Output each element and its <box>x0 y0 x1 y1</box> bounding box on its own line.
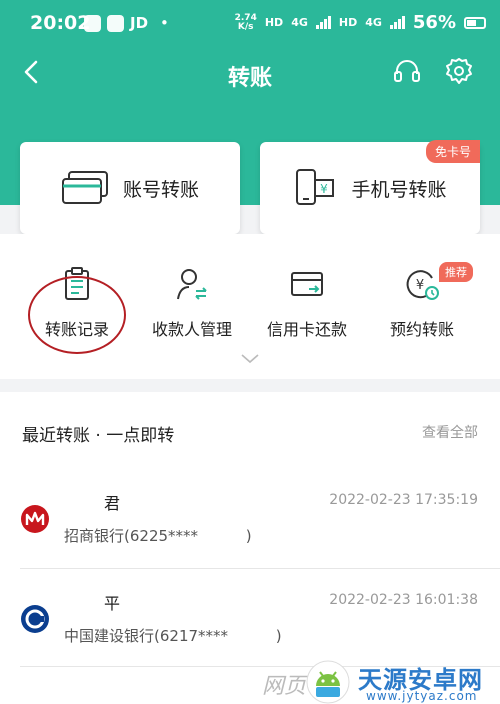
status-indicators: 2.74 K/s HD 4G HD 4G 56% <box>235 12 486 33</box>
view-all-link[interactable]: 查看全部 <box>422 422 478 442</box>
recent-transfer-item[interactable]: 平 2022-02-23 16:01:38 中国建设银行(6217**** ) <box>0 580 500 668</box>
page-title: 转账 <box>227 66 272 91</box>
network-type: 4G <box>291 16 308 29</box>
transfer-time: 2022-02-23 16:01:38 <box>329 592 478 608</box>
payee-name: 君 <box>104 494 121 513</box>
yuan-clock-icon: ¥ <box>406 270 439 300</box>
signal-icon <box>315 16 331 29</box>
credit-card-repay-button[interactable]: 信用卡还款 <box>247 266 367 346</box>
payee-account: 招商银行(6225**** ) <box>64 527 252 545</box>
recent-title: 最近转账 · 一点即转 <box>22 426 175 446</box>
recent-transfers: 最近转账 · 一点即转 查看全部 君 2022-02-23 17:35:19 招… <box>0 392 500 704</box>
phone-transfer-label: 手机号转账 <box>351 178 447 201</box>
phone-yuan-icon: ¥ <box>296 169 335 205</box>
status-more-dot: • <box>160 14 169 32</box>
account-transfer-button[interactable]: 账号转账 <box>20 142 240 234</box>
nav-bar: 转账 <box>0 48 500 100</box>
net-speed-unit: K/s <box>237 21 254 32</box>
headset-icon[interactable] <box>392 56 422 86</box>
scheduled-transfer-label: 预约转账 <box>389 320 454 339</box>
battery-percent: 56% <box>412 12 456 33</box>
notification-app-icon <box>84 14 101 32</box>
status-bar: 20:02 JD • 2.74 K/s HD 4G HD 4G 56% <box>0 0 500 48</box>
divider <box>20 568 500 569</box>
network-type: 4G <box>365 16 382 29</box>
hd-label: HD <box>338 16 358 29</box>
cmb-bank-logo-icon <box>21 505 49 533</box>
payee-account: 中国建设银行(6217**** ) <box>64 627 282 645</box>
gear-icon[interactable] <box>444 56 474 86</box>
recent-transfer-item[interactable]: 君 2022-02-23 17:35:19 招商银行(6225**** ) <box>0 480 500 568</box>
watermark: 网页 天源安卓网 www.jytyaz.com <box>262 660 500 704</box>
payee-name: 平 <box>104 594 121 613</box>
recommend-badge: 推荐 <box>439 262 473 282</box>
scheduled-transfer-button[interactable]: 推荐 ¥ 预约转账 <box>362 262 482 346</box>
signal-icon <box>389 16 405 29</box>
person-transfer-icon <box>177 269 207 300</box>
credit-card-repay-label: 信用卡还款 <box>266 320 347 339</box>
svg-text:¥: ¥ <box>321 182 329 196</box>
payee-management-button[interactable]: 收款人管理 <box>132 266 252 346</box>
card-stack-icon <box>61 171 108 204</box>
status-app-jd: JD <box>130 14 149 32</box>
transfer-time: 2022-02-23 17:35:19 <box>329 492 478 508</box>
battery-icon <box>464 16 486 29</box>
status-time: 20:02 <box>30 12 91 34</box>
hd-label: HD <box>264 16 284 29</box>
android-logo-icon <box>306 660 350 704</box>
ccb-bank-logo-icon <box>21 605 49 633</box>
notification-app-icon <box>107 14 124 32</box>
highlight-circle <box>28 276 126 354</box>
status-app-icons: JD • <box>84 14 169 32</box>
phone-transfer-button[interactable]: 免卡号 ¥ 手机号转账 <box>260 140 480 234</box>
chevron-down-icon[interactable] <box>240 352 260 366</box>
payee-management-label: 收款人管理 <box>151 320 232 339</box>
watermark-url: www.jytyaz.com <box>366 689 478 703</box>
net-speed: 2.74 K/s <box>235 13 257 32</box>
credit-card-icon <box>291 272 323 296</box>
watermark-side-text: 网页 <box>262 674 307 699</box>
svg-text:¥: ¥ <box>416 278 424 293</box>
no-card-badge: 免卡号 <box>425 140 480 163</box>
account-transfer-label: 账号转账 <box>122 178 199 201</box>
